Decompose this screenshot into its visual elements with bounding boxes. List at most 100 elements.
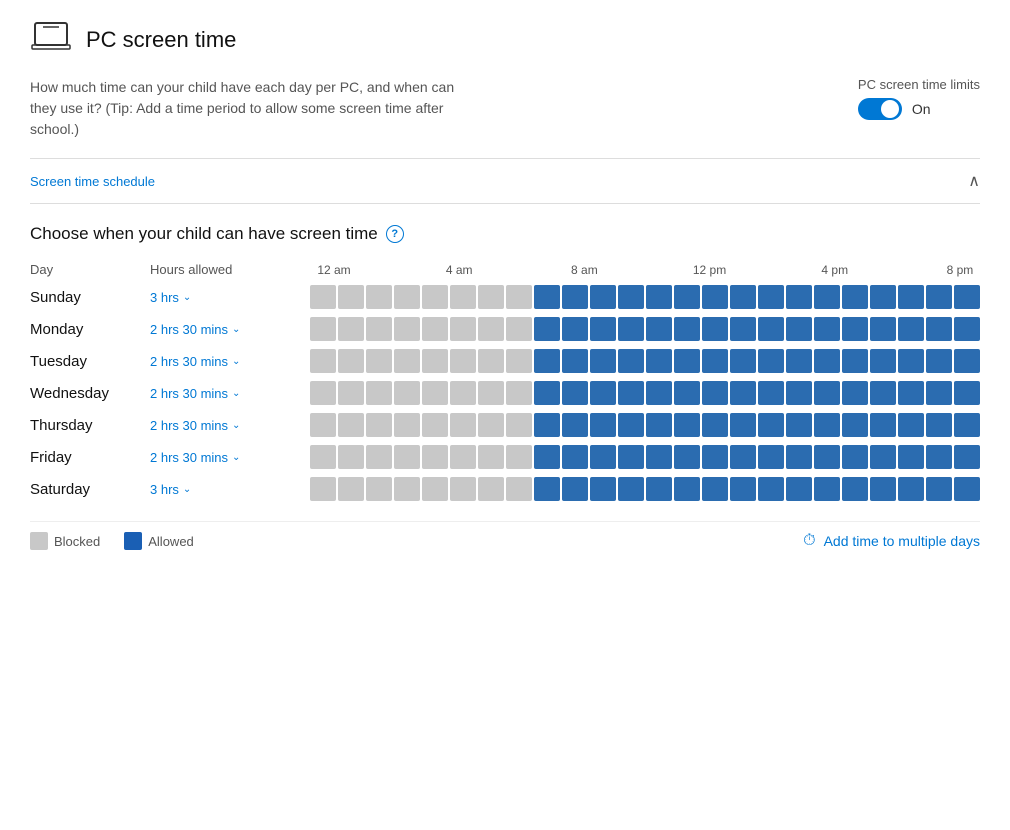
time-cell[interactable]	[646, 317, 672, 341]
time-cell[interactable]	[646, 381, 672, 405]
time-cell[interactable]	[506, 445, 532, 469]
time-cell[interactable]	[618, 317, 644, 341]
time-cell[interactable]	[758, 317, 784, 341]
time-cell[interactable]	[534, 317, 560, 341]
time-cell[interactable]	[534, 477, 560, 501]
time-cell[interactable]	[310, 349, 336, 373]
time-cell[interactable]	[310, 381, 336, 405]
time-cell[interactable]	[394, 349, 420, 373]
time-cell[interactable]	[618, 381, 644, 405]
time-cell[interactable]	[478, 285, 504, 309]
time-cell[interactable]	[450, 477, 476, 501]
time-cell[interactable]	[366, 381, 392, 405]
time-cell[interactable]	[702, 349, 728, 373]
time-cell[interactable]	[814, 381, 840, 405]
schedule-bar[interactable]	[310, 283, 980, 311]
time-cell[interactable]	[730, 285, 756, 309]
time-cell[interactable]	[702, 413, 728, 437]
time-cell[interactable]	[730, 349, 756, 373]
time-cell[interactable]	[506, 317, 532, 341]
time-cell[interactable]	[842, 317, 868, 341]
time-cell[interactable]	[870, 381, 896, 405]
time-cell[interactable]	[422, 349, 448, 373]
hours-allowed[interactable]: 2 hrs 30 mins⌄	[150, 418, 310, 433]
time-cell[interactable]	[366, 445, 392, 469]
time-cell[interactable]	[338, 413, 364, 437]
time-cell[interactable]	[534, 381, 560, 405]
time-cell[interactable]	[786, 445, 812, 469]
time-cell[interactable]	[926, 477, 952, 501]
time-cell[interactable]	[674, 349, 700, 373]
schedule-bar[interactable]	[310, 379, 980, 407]
time-cell[interactable]	[534, 285, 560, 309]
time-cell[interactable]	[814, 349, 840, 373]
time-cell[interactable]	[870, 285, 896, 309]
time-cell[interactable]	[338, 317, 364, 341]
time-cell[interactable]	[394, 317, 420, 341]
time-cell[interactable]	[786, 381, 812, 405]
time-cell[interactable]	[422, 285, 448, 309]
time-cell[interactable]	[422, 381, 448, 405]
time-cell[interactable]	[870, 413, 896, 437]
help-icon[interactable]: ?	[386, 225, 404, 243]
schedule-bar[interactable]	[310, 315, 980, 343]
time-cell[interactable]	[618, 285, 644, 309]
time-cell[interactable]	[646, 413, 672, 437]
time-cell[interactable]	[786, 317, 812, 341]
time-cell[interactable]	[702, 445, 728, 469]
time-cell[interactable]	[562, 317, 588, 341]
time-cell[interactable]	[646, 477, 672, 501]
time-cell[interactable]	[450, 445, 476, 469]
time-cell[interactable]	[646, 285, 672, 309]
time-cell[interactable]	[814, 317, 840, 341]
time-cell[interactable]	[506, 381, 532, 405]
time-cell[interactable]	[898, 349, 924, 373]
hours-allowed[interactable]: 2 hrs 30 mins⌄	[150, 354, 310, 369]
hours-allowed[interactable]: 3 hrs⌄	[150, 482, 310, 497]
time-cell[interactable]	[394, 381, 420, 405]
time-cell[interactable]	[926, 285, 952, 309]
time-cell[interactable]	[478, 445, 504, 469]
time-cell[interactable]	[954, 317, 980, 341]
time-cell[interactable]	[870, 317, 896, 341]
time-cell[interactable]	[954, 349, 980, 373]
time-cell[interactable]	[338, 349, 364, 373]
time-cell[interactable]	[618, 445, 644, 469]
time-cell[interactable]	[814, 477, 840, 501]
time-cell[interactable]	[478, 413, 504, 437]
time-cell[interactable]	[786, 349, 812, 373]
time-cell[interactable]	[506, 413, 532, 437]
time-cell[interactable]	[954, 285, 980, 309]
time-cell[interactable]	[870, 349, 896, 373]
time-cell[interactable]	[394, 413, 420, 437]
schedule-bar[interactable]	[310, 411, 980, 439]
time-cell[interactable]	[394, 477, 420, 501]
time-cell[interactable]	[730, 413, 756, 437]
time-cell[interactable]	[730, 445, 756, 469]
time-cell[interactable]	[562, 445, 588, 469]
schedule-section-header[interactable]: Screen time schedule ∧	[30, 158, 980, 204]
time-cell[interactable]	[898, 445, 924, 469]
time-cell[interactable]	[450, 285, 476, 309]
time-cell[interactable]	[758, 285, 784, 309]
time-cell[interactable]	[366, 413, 392, 437]
time-cell[interactable]	[310, 413, 336, 437]
time-cell[interactable]	[842, 445, 868, 469]
time-cell[interactable]	[842, 285, 868, 309]
time-cell[interactable]	[926, 445, 952, 469]
time-cell[interactable]	[758, 477, 784, 501]
time-cell[interactable]	[422, 413, 448, 437]
time-cell[interactable]	[366, 349, 392, 373]
time-cell[interactable]	[898, 381, 924, 405]
time-cell[interactable]	[674, 381, 700, 405]
time-cell[interactable]	[842, 477, 868, 501]
time-cell[interactable]	[730, 477, 756, 501]
time-cell[interactable]	[814, 445, 840, 469]
time-cell[interactable]	[590, 317, 616, 341]
time-cell[interactable]	[562, 285, 588, 309]
time-cell[interactable]	[534, 413, 560, 437]
time-cell[interactable]	[310, 477, 336, 501]
time-cell[interactable]	[926, 349, 952, 373]
time-cell[interactable]	[730, 317, 756, 341]
time-cell[interactable]	[674, 477, 700, 501]
